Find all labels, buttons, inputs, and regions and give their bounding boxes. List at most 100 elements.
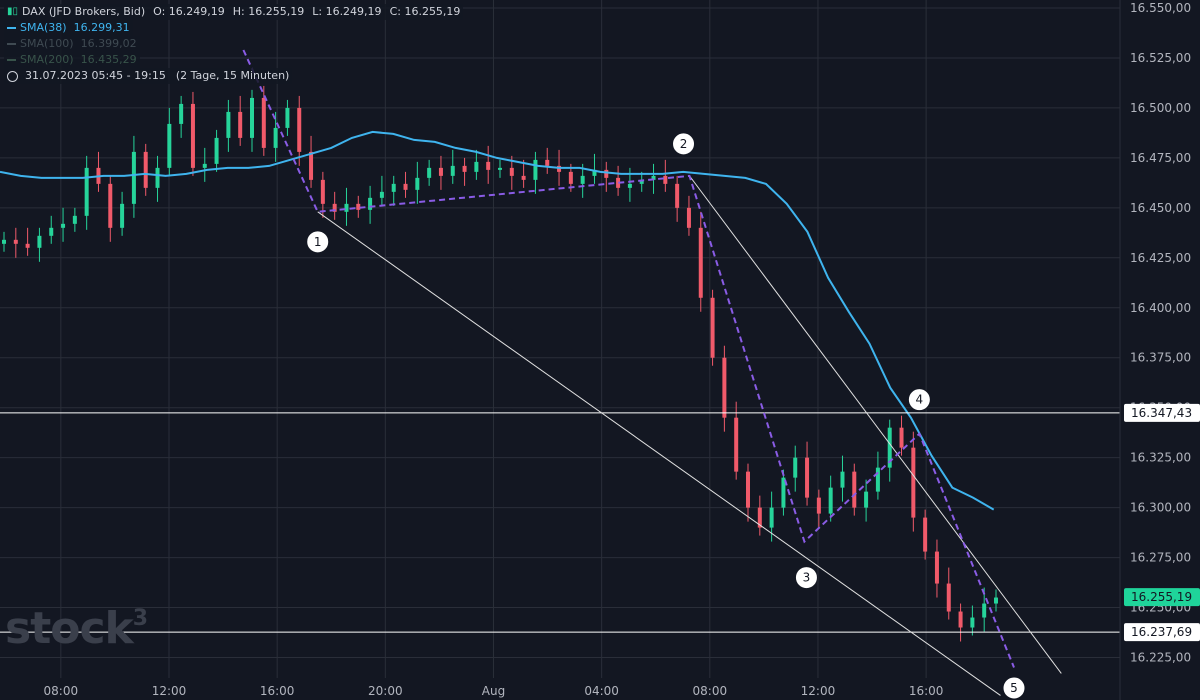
candle-body xyxy=(829,488,833,514)
sma38-path xyxy=(0,132,994,510)
candle-body xyxy=(132,152,136,204)
legend-open: O: 16.249,19 xyxy=(153,4,225,20)
legend-high: H: 16.255,19 xyxy=(233,4,304,20)
candle-body xyxy=(533,160,537,180)
candle-body xyxy=(581,176,585,184)
candle-body xyxy=(167,124,171,168)
y-tick-label: 16.275,00 xyxy=(1130,551,1191,565)
price-axis: 16.550,00 16.525,00 16.500,00 16.475,00 16.4… xyxy=(1120,0,1200,700)
chart-grid xyxy=(0,0,1120,678)
candle-body xyxy=(711,298,715,358)
candle-body xyxy=(746,472,750,508)
legend-sma200-row[interactable]: SMA(200) 16.435,29 xyxy=(4,52,140,68)
legend-main-row[interactable]: ▮▯ DAX (JFD Brokers, Bid) O: 16.249,19 H… xyxy=(4,4,463,20)
candle-body xyxy=(2,240,6,244)
candle-body xyxy=(522,176,526,180)
candle-body xyxy=(49,228,53,236)
y-tick-label: 16.400,00 xyxy=(1130,301,1191,315)
candle-body xyxy=(982,604,986,618)
y-tick-label: 16.425,00 xyxy=(1130,251,1191,265)
legend-low: L: 16.249,19 xyxy=(312,4,381,20)
x-tick-label: 16:00 xyxy=(909,684,944,698)
range-span: (2 Tage, 15 Minuten) xyxy=(176,68,290,84)
candle-body xyxy=(970,618,974,628)
candle-body xyxy=(392,184,396,192)
sma38-swatch xyxy=(7,27,16,29)
clock-icon xyxy=(7,71,18,82)
candle-body xyxy=(61,224,65,228)
sma38-value: 16.299,31 xyxy=(74,20,130,36)
candle-body xyxy=(274,128,278,148)
candle-body xyxy=(722,358,726,418)
chart-legend: ▮▯ DAX (JFD Brokers, Bid) O: 16.249,19 H… xyxy=(4,4,463,84)
x-tick-label: 08:00 xyxy=(693,684,728,698)
candle-body xyxy=(344,204,348,212)
x-tick-label: 16:00 xyxy=(260,684,295,698)
candle-body xyxy=(226,112,230,138)
candle-body xyxy=(404,184,408,190)
candle-body xyxy=(156,168,160,188)
legend-symbol: DAX (JFD Brokers, Bid) xyxy=(22,4,145,20)
price-chart[interactable]: 12345 16.550,0016.525,0016.500,0016.475,… xyxy=(0,0,1200,700)
price-tag-label: 16.237,69 xyxy=(1131,625,1192,639)
x-tick-label: 08:00 xyxy=(44,684,79,698)
candle-body xyxy=(203,164,207,168)
sma100-value: 16.399,02 xyxy=(81,36,137,52)
x-tick-label: Aug xyxy=(482,684,505,698)
legend-sma38-row[interactable]: SMA(38) 16.299,31 xyxy=(4,20,133,36)
range-text: 31.07.2023 05:45 - 19:15 xyxy=(25,68,166,84)
candle-body xyxy=(73,216,77,224)
sma200-value: 16.435,29 xyxy=(81,52,137,68)
candle-body xyxy=(191,104,195,168)
y-tick-label: 16.225,00 xyxy=(1130,650,1191,664)
candle-body xyxy=(793,458,797,478)
y-tick-label: 16.525,00 xyxy=(1130,51,1191,65)
candle-body xyxy=(545,160,549,166)
wave-label-text: 4 xyxy=(916,393,924,407)
candle-body xyxy=(380,192,384,198)
candle-body xyxy=(427,168,431,178)
candle-body xyxy=(498,168,502,170)
candle-body xyxy=(297,108,301,152)
candle-body xyxy=(250,98,254,138)
candle-body xyxy=(439,168,443,176)
candle-body xyxy=(238,112,242,138)
current-price-label: 16.255,19 xyxy=(1131,590,1192,604)
candle-body xyxy=(852,472,856,508)
candle-body xyxy=(486,162,490,170)
candle-body xyxy=(37,236,41,248)
y-tick-label: 16.475,00 xyxy=(1130,151,1191,165)
candle-body xyxy=(179,104,183,124)
candle-body xyxy=(663,176,667,184)
candle-body xyxy=(687,208,691,228)
wave-label-text: 5 xyxy=(1010,681,1018,695)
candle-body xyxy=(474,162,478,172)
candle-body xyxy=(451,166,455,176)
candle-body xyxy=(14,240,18,244)
wave-label-text: 1 xyxy=(314,235,322,249)
candle-body xyxy=(911,448,915,518)
legend-sma100-row[interactable]: SMA(100) 16.399,02 xyxy=(4,36,140,52)
sma100-swatch xyxy=(7,43,16,45)
candle-body xyxy=(85,168,89,216)
sma38-line xyxy=(0,132,994,510)
candle-body xyxy=(569,172,573,184)
candle-body xyxy=(675,184,679,208)
wave-pattern xyxy=(243,50,1014,668)
candle-body xyxy=(604,170,608,178)
y-tick-label: 16.500,00 xyxy=(1130,101,1191,115)
sma200-label: SMA(200) xyxy=(20,52,74,68)
candle-body xyxy=(628,184,632,188)
candle-body xyxy=(415,178,419,190)
candle-body xyxy=(770,508,774,528)
legend-close: C: 16.255,19 xyxy=(390,4,461,20)
sma200-swatch xyxy=(7,59,16,61)
candle-body xyxy=(368,198,372,210)
y-tick-label: 16.550,00 xyxy=(1130,1,1191,15)
candle-body xyxy=(285,108,289,128)
watermark-logo: stock3 xyxy=(5,603,147,654)
candle-body xyxy=(840,472,844,488)
sma38-label: SMA(38) xyxy=(20,20,67,36)
trendline xyxy=(690,176,1062,674)
candle-body xyxy=(463,166,467,172)
